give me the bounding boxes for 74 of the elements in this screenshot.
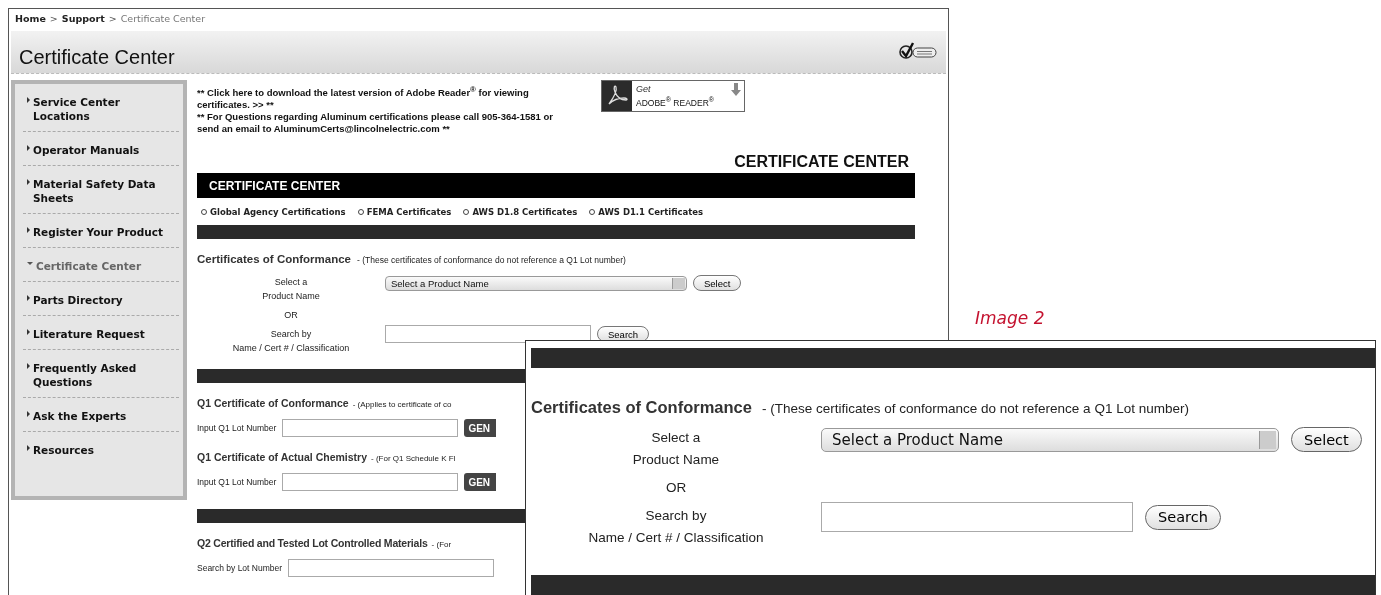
section-title: Q1 Certificate of Actual Chemistry <box>197 451 367 464</box>
caret-icon <box>27 411 30 417</box>
sidebar-item[interactable]: Resources <box>23 440 179 465</box>
caret-icon <box>27 227 30 233</box>
lot-number-field[interactable] <box>282 419 459 438</box>
form-label: Select a Product Name <box>262 276 320 304</box>
certificate-link[interactable]: Global Agency Certifications <box>201 207 346 218</box>
lot-number-field[interactable] <box>282 473 459 492</box>
lot-number-field[interactable] <box>288 559 495 578</box>
page-title: Certificate Center <box>19 46 175 69</box>
certificate-link[interactable]: AWS D1.8 Certificates <box>463 207 578 218</box>
form-label: Search by Name / Cert # / Classification <box>588 507 764 547</box>
search-field[interactable] <box>385 325 591 344</box>
select-button[interactable]: Select <box>693 275 742 292</box>
download-arrow-icon <box>731 83 741 97</box>
caret-icon <box>27 363 30 369</box>
badge-title: ADOBE$^{®}$ READER$^{®}$ <box>636 94 715 109</box>
section-title: Certificates of Conformance <box>531 398 752 417</box>
section-title: Q2 Certified and Tested Lot Controlled Materials <box>197 537 428 550</box>
caret-icon <box>27 145 30 151</box>
section-heading: CERTIFICATE CENTER <box>733 153 909 172</box>
section-title: Q1 Certificate of Conformance <box>197 397 349 410</box>
section-note: - (These certificates of conformance do not reference a Q1 Lot number) <box>761 401 1189 416</box>
sidebar-item[interactable]: Frequently Asked Questions <box>23 358 179 398</box>
breadcrumb-separator: > <box>108 12 117 24</box>
section-title: Certificates of Conformance <box>197 253 351 266</box>
search-field[interactable] <box>821 502 1133 532</box>
product-dropdown[interactable]: Select a Product Name <box>385 275 687 291</box>
sidebar-item[interactable]: Register Your Product <box>23 222 179 248</box>
adobe-reader-badge[interactable]: Get ADOBE$^{®}$ READER$^{®}$ <box>601 80 745 112</box>
sidebar-item[interactable]: Material Safety Data Sheets <box>23 174 179 214</box>
dropdown-arrows-icon <box>1259 430 1276 449</box>
caret-icon <box>27 445 30 451</box>
sidebar-item[interactable]: Operator Manuals <box>23 140 179 166</box>
pdf-logo-icon <box>602 81 632 111</box>
checkmark-badge-icon <box>898 41 938 61</box>
notice-text: ** Click here to download the latest version of Adobe Reader$^{®}$ for viewing certificates. >> ** <box>197 84 530 112</box>
input-label: Input Q1 Lot Number <box>197 477 277 488</box>
caret-icon <box>27 179 30 185</box>
badge-label: Get <box>636 83 652 95</box>
select-button[interactable]: Select <box>1291 427 1362 452</box>
generate-button[interactable]: GEN <box>464 473 497 492</box>
generate-button[interactable]: GEN <box>464 419 497 438</box>
search-button[interactable]: Search <box>1145 504 1221 530</box>
sidebar-item[interactable]: Parts Directory <box>23 290 179 316</box>
product-dropdown[interactable]: Select a Product Name <box>821 427 1279 452</box>
section-note: - (For Q1 Schedule K Fl <box>371 454 456 464</box>
section-note: - (For <box>431 540 452 550</box>
caret-icon <box>27 329 30 335</box>
certificate-link[interactable]: AWS D1.1 Certificates <box>589 207 704 218</box>
sidebar-item[interactable]: Service Center Locations <box>23 92 179 132</box>
banner-title: CERTIFICATE CENTER <box>209 178 341 193</box>
notice-text: ** For Questions regarding Aluminum certifications please call 905-364-1581 or send an email to AluminumCerts@lincolnelectric.com ** <box>197 111 555 136</box>
caret-icon <box>27 262 33 265</box>
breadcrumb-link[interactable]: Certificate Center <box>120 12 206 24</box>
or-label: OR <box>284 309 298 323</box>
section-note: - (These certificates of conformance do not reference a Q1 Lot number) <box>357 255 626 266</box>
certificate-link[interactable]: FEMA Certificates <box>357 207 452 218</box>
sidebar-item[interactable]: Ask the Experts <box>23 406 179 432</box>
or-label: OR <box>665 479 687 497</box>
section-note: - (Applies to certificate of co <box>352 400 452 410</box>
sidebar-item[interactable]: Literature Request <box>23 324 179 350</box>
caret-icon <box>27 295 30 301</box>
sidebar-item[interactable]: Certificate Center <box>23 256 179 282</box>
dropdown-arrows-icon <box>672 277 685 289</box>
caret-icon <box>27 97 30 103</box>
image-caption: Image 2 <box>975 308 1045 328</box>
breadcrumb-link[interactable]: Home <box>15 12 46 24</box>
breadcrumb-link[interactable]: Support <box>61 12 105 24</box>
input-label: Input Q1 Lot Number <box>197 423 277 434</box>
form-label: Search by Name / Cert # / Classification <box>232 328 350 356</box>
breadcrumb-separator: > <box>49 12 58 24</box>
input-label: Search by Lot Number <box>197 563 283 574</box>
form-label: Select a Product Name <box>632 429 720 469</box>
